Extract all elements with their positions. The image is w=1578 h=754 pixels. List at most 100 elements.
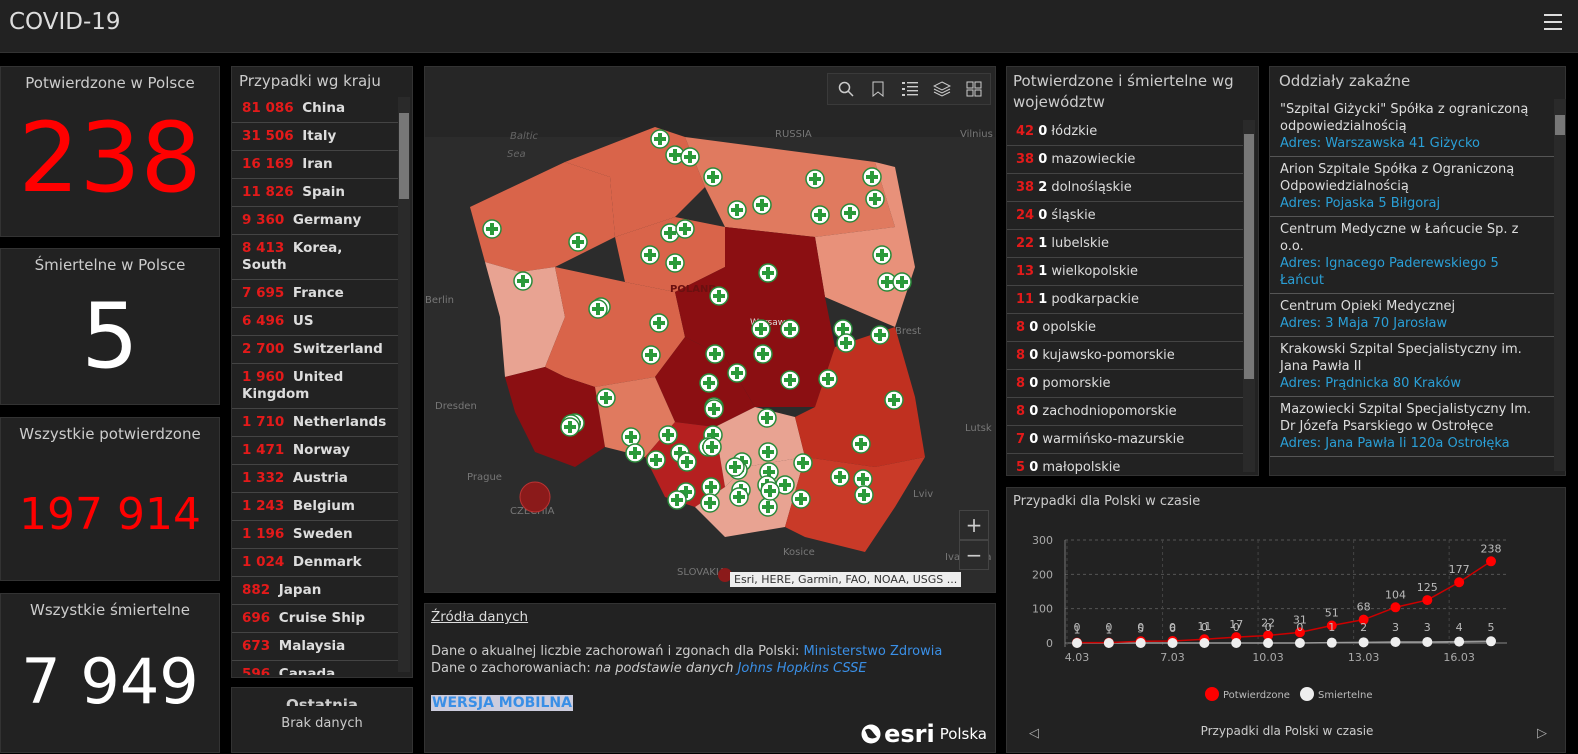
hospital-marker[interactable] bbox=[677, 452, 697, 472]
hospital-marker[interactable] bbox=[892, 272, 912, 292]
hospital-row[interactable]: Mazowiecki Szpital Specjalistyczny Im. D… bbox=[1270, 397, 1554, 457]
hospital-marker[interactable] bbox=[758, 263, 778, 283]
hospital-marker[interactable] bbox=[818, 369, 838, 389]
prev-chart-arrow-icon[interactable]: ◁ bbox=[1029, 726, 1039, 741]
hospital-marker[interactable] bbox=[482, 219, 502, 239]
voivodeship-row[interactable]: 8 0 opolskie bbox=[1007, 314, 1243, 342]
hospital-marker[interactable] bbox=[751, 319, 771, 339]
hospital-marker[interactable] bbox=[727, 363, 747, 383]
hospital-marker[interactable] bbox=[758, 442, 778, 462]
hospital-marker[interactable] bbox=[680, 147, 700, 167]
country-row[interactable]: 9 360 Germany bbox=[232, 207, 398, 235]
country-row[interactable]: 16 169 Iran bbox=[232, 151, 398, 179]
hospital-marker[interactable] bbox=[862, 167, 882, 187]
voivodeship-row[interactable]: 8 0 zachodniopomorskie bbox=[1007, 398, 1243, 426]
region-zachodniopomorskie[interactable] bbox=[470, 162, 615, 272]
map-canvas[interactable]: Baltic Sea RUSSIA Vilnius Berlin Dresden… bbox=[425, 67, 996, 593]
hospital-marker[interactable] bbox=[870, 325, 890, 345]
country-row[interactable]: 1 960 United Kingdom bbox=[232, 364, 398, 409]
hospital-marker[interactable] bbox=[646, 450, 666, 470]
bookmark-icon[interactable] bbox=[864, 75, 892, 103]
voivodeship-row[interactable]: 24 0 śląskie bbox=[1007, 202, 1243, 230]
country-row[interactable]: 1 024 Denmark bbox=[232, 549, 398, 577]
hospital-marker[interactable] bbox=[780, 319, 800, 339]
voivodeship-row[interactable]: 8 0 pomorskie bbox=[1007, 370, 1243, 398]
jhu-link[interactable]: Johns Hopkins CSSE bbox=[738, 661, 867, 676]
legend-icon[interactable] bbox=[896, 75, 924, 103]
voivodeship-row[interactable]: 38 0 mazowieckie bbox=[1007, 146, 1243, 174]
basemap-gallery-icon[interactable] bbox=[960, 75, 988, 103]
zoom-in-button[interactable]: + bbox=[959, 510, 989, 540]
hospital-marker[interactable] bbox=[810, 205, 830, 225]
hospital-marker[interactable] bbox=[560, 417, 580, 437]
hospital-marker[interactable] bbox=[667, 490, 687, 510]
mobile-version-link[interactable]: WERSJA MOBILNA bbox=[431, 695, 573, 711]
voivodeship-row[interactable]: 11 1 podkarpackie bbox=[1007, 286, 1243, 314]
hospital-marker[interactable] bbox=[851, 434, 871, 454]
country-row[interactable]: 1 710 Netherlands bbox=[232, 409, 398, 437]
hospital-marker[interactable] bbox=[513, 271, 533, 291]
zoom-out-button[interactable]: − bbox=[959, 540, 989, 570]
hospital-marker[interactable] bbox=[760, 481, 780, 501]
voivodeship-row[interactable]: 13 1 wielkopolskie bbox=[1007, 258, 1243, 286]
country-row[interactable]: 1 332 Austria bbox=[232, 465, 398, 493]
voivodeship-row[interactable]: 42 0 łódzkie bbox=[1007, 118, 1243, 146]
hospital-marker[interactable] bbox=[872, 245, 892, 265]
voivodeship-row[interactable]: 8 0 kujawsko-pomorskie bbox=[1007, 342, 1243, 370]
hospital-marker[interactable] bbox=[830, 467, 850, 487]
scrollbar[interactable] bbox=[1243, 120, 1255, 472]
hospital-marker[interactable] bbox=[709, 286, 729, 306]
region-warminsko-mazurskie[interactable] bbox=[685, 137, 895, 237]
hospital-marker[interactable] bbox=[836, 333, 856, 353]
hospital-marker[interactable] bbox=[780, 370, 800, 390]
hospital-marker[interactable] bbox=[702, 437, 722, 457]
voivodeship-row[interactable]: 7 0 warmińsko-mazurskie bbox=[1007, 426, 1243, 454]
map-view[interactable]: Baltic Sea RUSSIA Vilnius Berlin Dresden… bbox=[424, 66, 996, 593]
hospital-row[interactable]: Arion Szpitale Spółka z Ograniczoną Odpo… bbox=[1270, 157, 1554, 217]
scrollbar[interactable] bbox=[398, 97, 410, 672]
hospital-marker[interactable] bbox=[675, 219, 695, 239]
hospital-row[interactable]: Krakowski Szpital Specjalistyczny im. Ja… bbox=[1270, 337, 1554, 397]
hospital-marker[interactable] bbox=[805, 169, 825, 189]
hamburger-icon[interactable] bbox=[1544, 14, 1562, 30]
country-row[interactable]: 596 Canada bbox=[232, 661, 398, 675]
hospital-marker[interactable] bbox=[791, 489, 811, 509]
country-row[interactable]: 1 196 Sweden bbox=[232, 521, 398, 549]
country-row[interactable]: 1 471 Norway bbox=[232, 437, 398, 465]
hospital-marker[interactable] bbox=[793, 453, 813, 473]
cluster-marker[interactable] bbox=[519, 481, 551, 513]
ministry-link[interactable]: Ministerstwo Zdrowia bbox=[803, 644, 942, 659]
hospital-marker[interactable] bbox=[588, 299, 608, 319]
voivodeship-row[interactable]: 38 2 dolnośląskie bbox=[1007, 174, 1243, 202]
hospital-marker[interactable] bbox=[596, 388, 616, 408]
hospital-marker[interactable] bbox=[727, 200, 747, 220]
hospital-marker[interactable] bbox=[700, 493, 720, 513]
hospital-marker[interactable] bbox=[640, 245, 660, 265]
country-row[interactable]: 1 243 Belgium bbox=[232, 493, 398, 521]
hospital-row[interactable]: Centrum Medyczne w Łańcucie Sp. z o.o. Ad… bbox=[1270, 217, 1554, 294]
country-row[interactable]: 8 413 Korea, South bbox=[232, 235, 398, 280]
country-row[interactable]: 696 Cruise Ship bbox=[232, 605, 398, 633]
country-row[interactable]: 673 Malaysia bbox=[232, 633, 398, 661]
search-icon[interactable] bbox=[832, 75, 860, 103]
hospital-marker[interactable] bbox=[729, 487, 749, 507]
country-row[interactable]: 31 506 Italy bbox=[232, 123, 398, 151]
hospital-marker[interactable] bbox=[621, 427, 641, 447]
country-row[interactable]: 81 086 China bbox=[232, 95, 398, 123]
next-chart-arrow-icon[interactable]: ▷ bbox=[1537, 726, 1547, 741]
country-row[interactable]: 882 Japan bbox=[232, 577, 398, 605]
hospital-marker[interactable] bbox=[757, 408, 777, 428]
hospital-marker[interactable] bbox=[650, 129, 670, 149]
hospital-marker[interactable] bbox=[641, 345, 661, 365]
hospital-row[interactable]: "Szpital Giżycki" Spółka z ograniczoną o… bbox=[1270, 97, 1554, 157]
hospital-marker[interactable] bbox=[753, 344, 773, 364]
hospital-marker[interactable] bbox=[704, 399, 724, 419]
hospital-marker[interactable] bbox=[701, 477, 721, 497]
hospital-marker[interactable] bbox=[658, 425, 678, 445]
hospital-marker[interactable] bbox=[840, 203, 860, 223]
hospital-marker[interactable] bbox=[854, 485, 874, 505]
country-row[interactable]: 2 700 Switzerland bbox=[232, 336, 398, 364]
hospital-marker[interactable] bbox=[758, 497, 778, 517]
hospital-marker[interactable] bbox=[665, 253, 685, 273]
hospital-marker[interactable] bbox=[625, 443, 645, 463]
